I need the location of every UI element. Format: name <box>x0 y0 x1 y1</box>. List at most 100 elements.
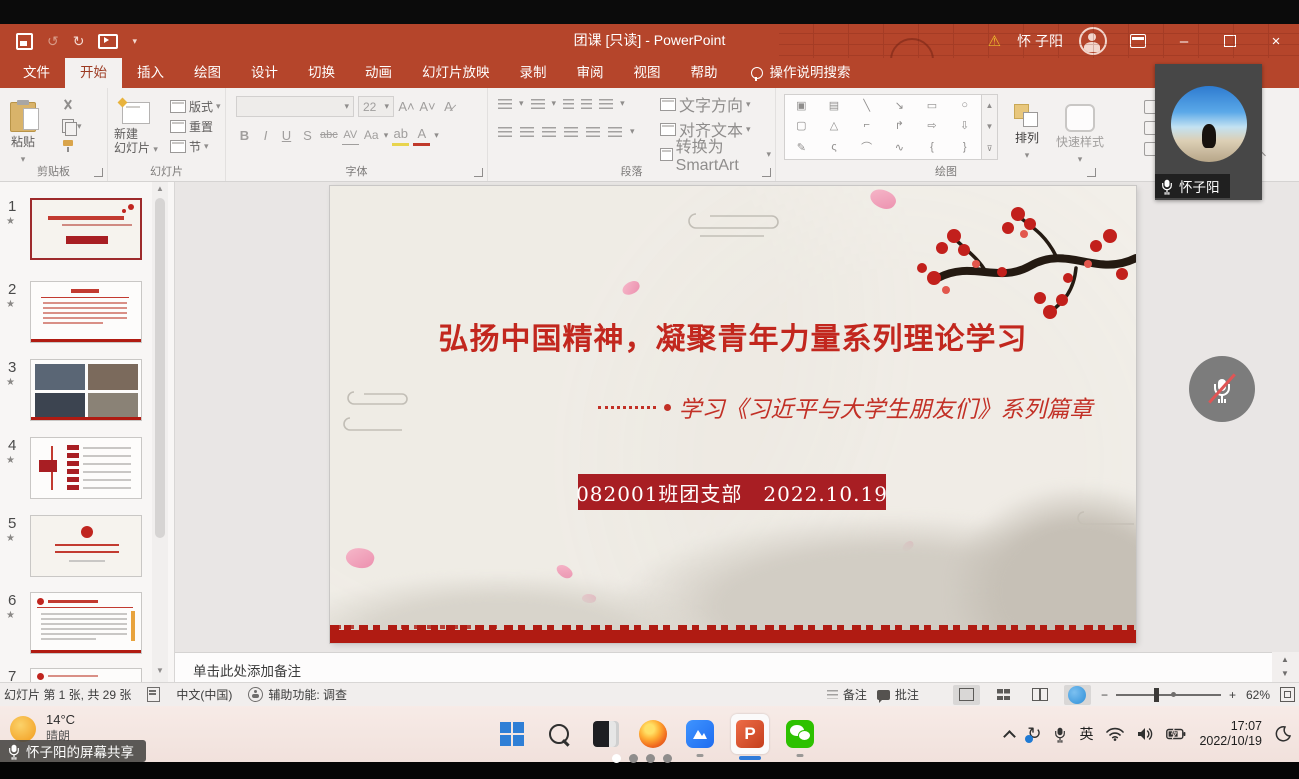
animation-star-icon[interactable]: ★ <box>6 533 15 544</box>
microphone-tray-icon[interactable] <box>1054 724 1066 744</box>
webcam-overlay[interactable]: 怀子阳 <box>1155 64 1262 200</box>
change-case-button[interactable]: Aa <box>363 126 380 145</box>
scroll-down-icon[interactable]: ▼ <box>1272 667 1298 681</box>
slide-title[interactable]: 弘扬中国精神，凝聚青年力量系列理论学习 <box>330 314 1136 358</box>
increase-indent-icon[interactable] <box>581 98 593 109</box>
shapes-gallery-scroll[interactable]: ▲ ▼ ⊽ <box>982 94 998 160</box>
wifi-icon[interactable] <box>1106 727 1125 741</box>
app-tencent-meeting[interactable] <box>684 718 716 757</box>
slide-thumbnail[interactable] <box>30 198 142 260</box>
do-not-disturb-moon-icon[interactable] <box>1275 726 1291 742</box>
font-name-combo[interactable]: ▾ <box>236 96 354 117</box>
slide-editing-surface[interactable]: 弘扬中国精神，凝聚青年力量系列理论学习 学习《习近平与大学生朋友们》系列篇章 0… <box>330 186 1136 643</box>
slide-thumbnail[interactable] <box>30 515 142 577</box>
ribbon-tab[interactable]: 文件 <box>8 58 65 88</box>
dot[interactable] <box>629 754 638 763</box>
ribbon-tab[interactable]: 动画 <box>350 58 407 88</box>
slide-thumbnail[interactable] <box>30 668 142 682</box>
ribbon-tab[interactable]: 绘图 <box>179 58 236 88</box>
notes-pane[interactable]: 单击此处添加备注 <box>175 652 1272 682</box>
scroll-down-icon[interactable]: ▼ <box>152 664 168 678</box>
hidden-icons-chevron[interactable] <box>1004 729 1014 739</box>
slideshow-view-button[interactable] <box>1063 684 1091 705</box>
shape-glyph-icon[interactable]: ↘ <box>895 99 904 112</box>
slide-badge[interactable]: 082001班团支部 2022.10.19 <box>576 474 887 510</box>
shape-glyph-icon[interactable]: ⌒ <box>861 139 872 155</box>
format-painter-button[interactable] <box>58 136 86 156</box>
align-center-icon[interactable] <box>520 126 534 137</box>
copy-button[interactable]: ▾ <box>58 116 86 136</box>
shape-glyph-icon[interactable]: ✎ <box>797 141 806 154</box>
align-right-icon[interactable] <box>542 126 556 137</box>
font-color-button[interactable]: A <box>413 124 431 146</box>
paste-button[interactable]: 粘贴 ▾ <box>10 94 39 166</box>
clear-format-icon[interactable]: A̷ <box>440 97 457 116</box>
accessibility-status[interactable]: 辅助功能: 调查 <box>248 686 347 703</box>
thumbnail-scrollbar[interactable]: ▲ ▼ <box>152 182 168 682</box>
tell-me-search[interactable]: 操作说明搜索 <box>750 58 851 88</box>
minimize-button[interactable]: – <box>1169 26 1199 56</box>
align-left-icon[interactable] <box>498 126 512 137</box>
zoom-in-icon[interactable]: + <box>1229 688 1236 702</box>
shape-glyph-icon[interactable]: ∿ <box>895 141 904 154</box>
speaker-icon[interactable] <box>1137 727 1153 741</box>
slide-thumbnail[interactable] <box>30 359 142 421</box>
new-slide-button[interactable]: 新建 幻灯片 ▾ <box>114 94 158 156</box>
shadow-button[interactable]: S <box>299 126 316 145</box>
shape-glyph-icon[interactable]: ⇨ <box>927 119 936 132</box>
shape-glyph-icon[interactable]: ▭ <box>927 99 937 112</box>
shape-glyph-icon[interactable]: ╲ <box>863 99 870 112</box>
warning-icon[interactable]: ⚠ <box>988 32 1001 50</box>
app-powerpoint-active[interactable]: P <box>731 714 769 760</box>
shapes-gallery[interactable]: ▣ ▤ ╲ ↘ ▭ ○ ▢ △ ⌐ ↱ ⇨ ⇩ ✎ ς ⌒ ∿ {} <box>784 94 982 160</box>
animation-star-icon[interactable]: ★ <box>6 216 15 227</box>
slide-subtitle[interactable]: 学习《习近平与大学生朋友们》系列篇章 <box>560 390 1130 424</box>
normal-view-button[interactable] <box>952 684 980 705</box>
animation-star-icon[interactable]: ★ <box>6 610 15 621</box>
ime-indicator[interactable]: 英 <box>1079 724 1093 744</box>
zoom-slider-track[interactable] <box>1115 687 1221 702</box>
layout-button[interactable]: 版式 ▾ <box>166 96 225 116</box>
ribbon-tab[interactable]: 录制 <box>505 58 562 88</box>
ribbon-tab[interactable]: 幻灯片放映 <box>407 58 505 88</box>
shape-glyph-icon[interactable]: } <box>963 141 967 153</box>
search-button[interactable] <box>543 718 575 750</box>
dialog-launcher-icon[interactable] <box>1087 168 1096 177</box>
decrease-font-icon[interactable]: A˅ <box>419 97 436 116</box>
app-wechat[interactable] <box>784 718 816 757</box>
shape-glyph-icon[interactable]: ⇩ <box>960 119 969 132</box>
app-firefox[interactable] <box>637 718 669 750</box>
strikethrough-button[interactable]: abc <box>320 126 338 145</box>
zoom-out-icon[interactable]: − <box>1101 688 1108 702</box>
scrollbar-thumb[interactable] <box>155 198 165 538</box>
columns-icon[interactable] <box>586 126 600 137</box>
arrange-button[interactable]: 排列 ▾ <box>1014 96 1040 166</box>
ribbon-display-options-icon[interactable] <box>1123 26 1153 56</box>
shape-glyph-icon[interactable]: ▣ <box>796 99 806 112</box>
ribbon-tab[interactable]: 帮助 <box>676 58 733 88</box>
close-button[interactable]: × <box>1261 26 1291 56</box>
slide-thumbnail[interactable] <box>30 281 142 343</box>
text-direction-button[interactable]: 文字方向 ▾ <box>656 94 775 115</box>
animation-star-icon[interactable]: ★ <box>6 299 15 310</box>
section-button[interactable]: 节 ▾ <box>166 136 225 156</box>
italic-button[interactable]: I <box>257 126 274 145</box>
reset-button[interactable]: 重置 <box>166 116 225 136</box>
dialog-launcher-icon[interactable] <box>94 168 103 177</box>
shape-glyph-icon[interactable]: ▢ <box>796 119 806 132</box>
sync-tray-icon[interactable]: ↻ <box>1025 724 1041 744</box>
start-button[interactable] <box>496 718 528 750</box>
account-avatar[interactable] <box>1079 27 1107 55</box>
app-notebook[interactable] <box>590 718 622 750</box>
shape-glyph-icon[interactable]: ↱ <box>895 119 904 132</box>
ribbon-tab[interactable]: 插入 <box>122 58 179 88</box>
justify-icon[interactable] <box>564 126 578 137</box>
bold-button[interactable]: B <box>236 126 253 145</box>
restore-button[interactable] <box>1215 26 1245 56</box>
dialog-launcher-icon[interactable] <box>474 168 483 177</box>
animation-star-icon[interactable]: ★ <box>6 377 15 388</box>
underline-button[interactable]: U <box>278 126 295 145</box>
ribbon-tab[interactable]: 设计 <box>236 58 293 88</box>
fit-to-window-icon[interactable] <box>1280 687 1295 702</box>
ribbon-tab[interactable]: 视图 <box>619 58 676 88</box>
